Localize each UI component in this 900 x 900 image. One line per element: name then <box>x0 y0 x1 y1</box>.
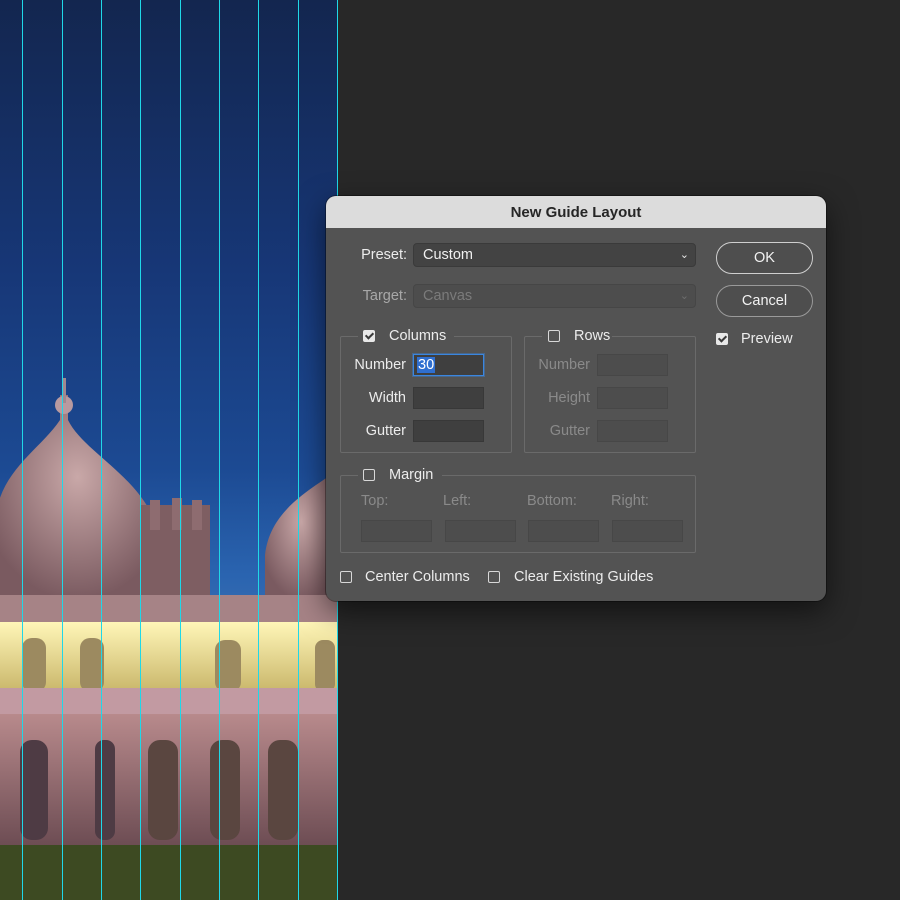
new-guide-layout-dialog: New Guide Layout Preset: Custom ⌄ Target… <box>326 196 826 601</box>
columns-number-input[interactable]: 30 <box>413 354 484 376</box>
center-columns-label: Center Columns <box>365 569 470 585</box>
preset-label: Preset: <box>361 247 407 263</box>
margin-checkbox[interactable] <box>363 469 375 481</box>
margin-left-input[interactable] <box>445 520 516 542</box>
margin-label: Margin <box>389 467 434 483</box>
columns-number-label: Number <box>354 357 406 373</box>
preset-select[interactable]: Custom ⌄ <box>413 243 696 267</box>
dialog-title: New Guide Layout <box>326 196 826 228</box>
rows-number-label: Number <box>538 357 590 373</box>
columns-label: Columns <box>389 328 447 344</box>
ok-button[interactable]: OK <box>716 242 813 274</box>
preview-label: Preview <box>741 331 793 347</box>
target-label: Target: <box>362 288 407 304</box>
rows-height-input[interactable] <box>597 387 668 409</box>
columns-gutter-input[interactable] <box>413 420 484 442</box>
margin-top-input[interactable] <box>361 520 432 542</box>
margin-left-label: Left: <box>443 493 472 509</box>
palace-photo <box>0 378 338 900</box>
preview-checkbox[interactable] <box>716 333 728 345</box>
margin-top-label: Top: <box>361 493 389 509</box>
columns-number-value: 30 <box>417 357 436 373</box>
rows-height-label: Height <box>548 390 590 406</box>
chevron-down-icon: ⌄ <box>679 249 689 261</box>
rows-gutter-label: Gutter <box>549 423 590 439</box>
columns-checkbox[interactable] <box>363 330 375 342</box>
margin-bottom-label: Bottom: <box>527 493 577 509</box>
columns-width-input[interactable] <box>413 387 484 409</box>
document-canvas[interactable] <box>0 0 338 900</box>
target-select[interactable]: Canvas ⌄ <box>413 284 696 308</box>
rows-number-input[interactable] <box>597 354 668 376</box>
clear-guides-checkbox[interactable] <box>488 571 500 583</box>
target-value: Canvas <box>423 288 473 304</box>
margin-bottom-input[interactable] <box>528 520 599 542</box>
margin-right-input[interactable] <box>612 520 683 542</box>
cancel-button[interactable]: Cancel <box>716 285 813 317</box>
columns-width-label: Width <box>368 390 406 406</box>
rows-gutter-input[interactable] <box>597 420 668 442</box>
rows-label: Rows <box>574 328 611 344</box>
chevron-down-icon: ⌄ <box>679 290 689 302</box>
clear-guides-label: Clear Existing Guides <box>514 569 654 585</box>
rows-checkbox[interactable] <box>548 330 560 342</box>
center-columns-checkbox[interactable] <box>340 571 352 583</box>
preset-value: Custom <box>423 247 473 263</box>
margin-right-label: Right: <box>611 493 649 509</box>
columns-gutter-label: Gutter <box>365 423 406 439</box>
